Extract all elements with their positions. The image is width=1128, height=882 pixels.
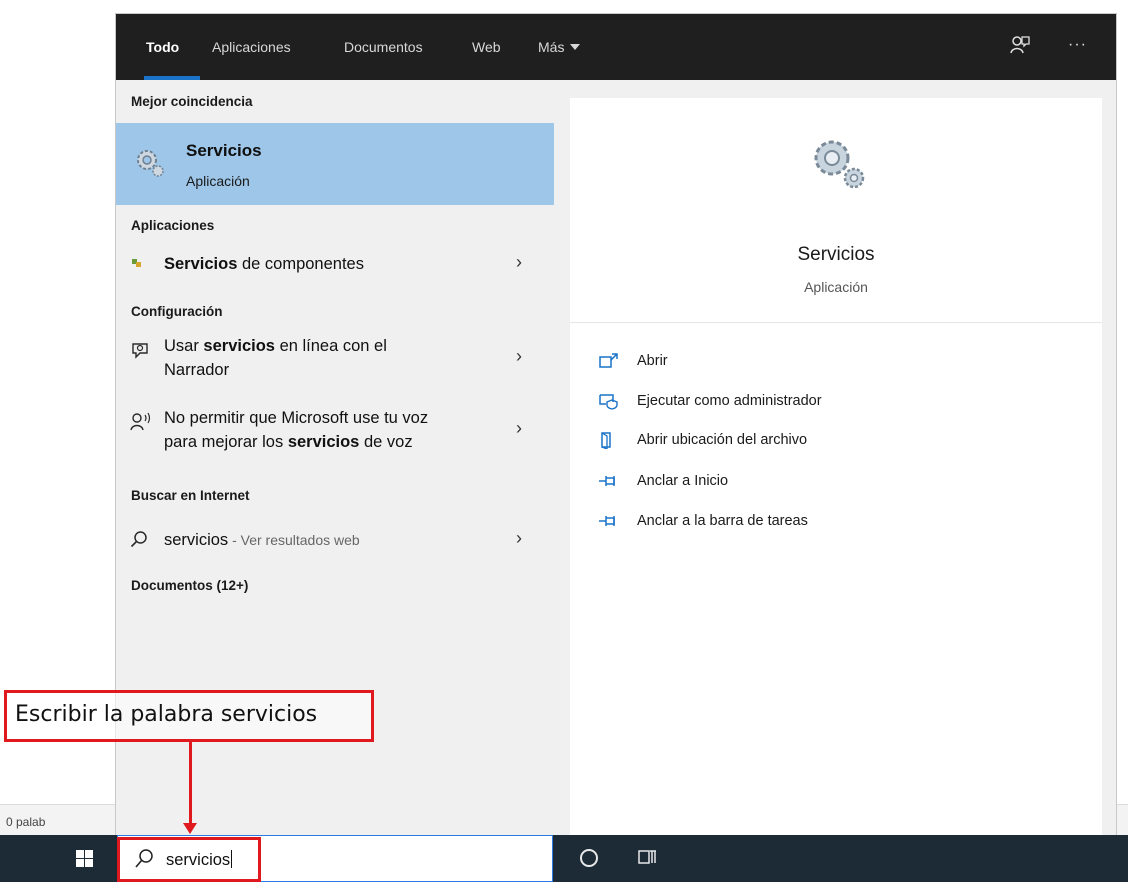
cortana-icon[interactable] <box>580 849 598 867</box>
chevron-right-icon[interactable]: › <box>516 346 522 367</box>
file-location-icon <box>601 432 611 449</box>
narrator-line1-bold: servicios <box>203 337 275 355</box>
tab-aplicaciones[interactable]: Aplicaciones <box>212 39 291 55</box>
result-voice-setting[interactable]: No permitir que Microsoft use tu voz par… <box>116 406 554 468</box>
voice-line2-bold: servicios <box>287 433 360 451</box>
open-icon <box>599 353 618 368</box>
section-settings: Configuración <box>131 304 223 319</box>
chevron-down-icon <box>570 44 581 50</box>
app-name-rest: de componentes <box>237 255 364 273</box>
action-pin-start-label: Anclar a Inicio <box>637 473 729 489</box>
best-match-title: Servicios <box>186 141 262 160</box>
voice-icon <box>130 412 151 431</box>
pin-icon <box>599 516 615 526</box>
action-open-label: Abrir <box>637 353 668 369</box>
annotation-text: Escribir la palabra servicios <box>15 702 318 727</box>
preview-pane: Servicios Aplicación Abrir Ejecutar como… <box>570 98 1102 835</box>
annotation-highlight <box>117 837 261 882</box>
gear-icon <box>137 150 164 177</box>
action-pin-start[interactable]: Anclar a Inicio <box>598 470 1078 496</box>
word-count-label: 0 palab <box>6 815 46 829</box>
tab-mas[interactable]: Más <box>538 39 581 55</box>
voice-line2-post: de voz <box>359 433 413 451</box>
search-scope-tabs: Todo Aplicaciones Documentos Web Más ··· <box>116 14 1116 80</box>
tab-web[interactable]: Web <box>472 39 501 55</box>
section-documents[interactable]: Documentos (12+) <box>131 578 248 593</box>
section-web: Buscar en Internet <box>131 488 250 503</box>
search-icon <box>130 531 147 548</box>
feedback-icon[interactable] <box>1009 34 1031 56</box>
divider <box>570 322 1102 323</box>
result-narrator-setting[interactable]: Usar servicios en línea con el Narrador … <box>116 334 554 396</box>
windows-start-icon[interactable] <box>76 850 93 867</box>
preview-subtitle: Aplicación <box>804 279 868 295</box>
action-file-location[interactable]: Abrir ubicación del archivo <box>598 429 1078 455</box>
action-run-as-admin-label: Ejecutar como administrador <box>637 393 822 409</box>
narrator-line1-pre: Usar <box>164 337 204 355</box>
tab-documentos[interactable]: Documentos <box>344 39 423 55</box>
action-pin-taskbar[interactable]: Anclar a la barra de tareas <box>598 510 1078 536</box>
task-view-icon[interactable] <box>637 847 657 867</box>
narrator-icon <box>132 343 148 359</box>
best-match-subtitle: Aplicación <box>186 173 250 189</box>
voice-line1: No permitir que Microsoft use tu voz <box>164 409 429 427</box>
voice-line2-pre: para mejorar los <box>164 433 288 451</box>
chevron-right-icon[interactable]: › <box>516 528 522 549</box>
action-pin-taskbar-label: Anclar a la barra de tareas <box>637 513 808 529</box>
preview-title: Servicios <box>797 244 875 265</box>
tab-mas-label: Más <box>538 39 565 55</box>
section-best-match: Mejor coincidencia <box>131 94 253 109</box>
component-services-icon <box>132 259 141 267</box>
best-match-item[interactable]: Servicios Aplicación <box>116 123 554 205</box>
pin-icon <box>599 476 615 486</box>
narrator-line1-post: en línea con el <box>274 337 387 355</box>
run-as-admin-icon <box>599 394 618 410</box>
section-apps: Aplicaciones <box>131 218 215 233</box>
action-open[interactable]: Abrir <box>598 350 1078 376</box>
more-options-icon[interactable]: ··· <box>1068 36 1087 54</box>
annotation-arrow-head <box>183 823 197 834</box>
result-component-services[interactable]: Servicios de componentes › <box>116 246 554 286</box>
action-file-location-label: Abrir ubicación del archivo <box>637 432 808 448</box>
chevron-right-icon[interactable]: › <box>516 418 522 439</box>
annotation-callout: Escribir la palabra servicios <box>4 690 374 742</box>
result-web-search[interactable]: servicios - Ver resultados web › <box>116 522 554 562</box>
web-query: servicios <box>164 531 229 549</box>
app-name-bold: Servicios <box>164 255 238 273</box>
narrator-line2: Narrador <box>164 361 230 379</box>
web-suffix: - Ver resultados web <box>228 532 360 548</box>
chevron-right-icon[interactable]: › <box>516 252 522 273</box>
annotation-arrow-line <box>189 742 192 828</box>
tab-todo[interactable]: Todo <box>146 39 179 55</box>
gear-icon <box>814 140 865 189</box>
action-run-as-admin[interactable]: Ejecutar como administrador <box>598 390 1078 416</box>
